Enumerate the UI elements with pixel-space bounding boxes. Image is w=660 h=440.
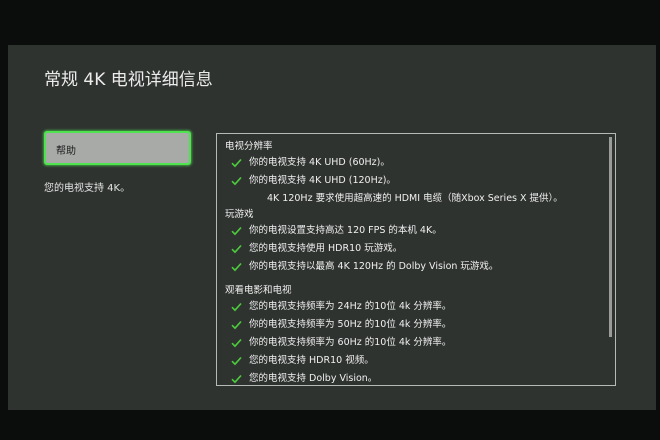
item-text: 你的电视设置支持高达 120 FPS 的本机 4K。 <box>249 225 442 236</box>
item-text: 您的电视支持 HDR10 视频。 <box>249 355 374 366</box>
scrollbar[interactable] <box>609 137 612 337</box>
checkmark-icon <box>231 374 242 384</box>
item-text: 您的电视支持频率为 24Hz 的10位 4k 分辨率。 <box>249 301 452 312</box>
list-item: 你的电视支持 4K UHD (120Hz)。 <box>225 172 603 190</box>
checkmark-icon <box>231 338 242 348</box>
list-item: 您的电视支持使用 HDR10 玩游戏。 <box>225 240 603 258</box>
list-item: 你的电视支持频率为 60Hz 的10位 4k 分辨率。 <box>225 334 603 352</box>
item-text: 你的电视支持频率为 50Hz 的10位 4k 分辨率。 <box>249 319 452 330</box>
list-item: 你的电视支持以最高 4K 120Hz 的 Dolby Vision 玩游戏。 <box>225 258 603 276</box>
hdmi-cable-note: 4K 120Hz 要求使用超高速的 HDMI 电缆（随Xbox Series X… <box>267 193 563 204</box>
tv-4k-support-note: 您的电视支持 4K。 <box>44 183 131 194</box>
list-item: 您的电视支持 HDR10 视频。 <box>225 352 603 370</box>
checkmark-icon <box>231 244 242 254</box>
list-item: 您的电视支持 Dolby Vision。 <box>225 370 603 385</box>
item-text: 你的电视支持频率为 60Hz 的10位 4k 分辨率。 <box>249 337 452 348</box>
page-title: 常规 4K 电视详细信息 <box>44 70 213 90</box>
list-item: 你的电视支持频率为 50Hz 的10位 4k 分辨率。 <box>225 316 603 334</box>
checkmark-icon <box>231 158 242 168</box>
list-item: 您的电视支持频率为 24Hz 的10位 4k 分辨率。 <box>225 298 603 316</box>
item-text: 您的电视支持使用 HDR10 玩游戏。 <box>249 243 403 254</box>
item-text: 您的电视支持 Dolby Vision。 <box>249 373 378 384</box>
checkmark-icon <box>231 356 242 366</box>
checkmark-icon <box>231 226 242 236</box>
section-title-gaming: 玩游戏 <box>225 209 254 220</box>
details-content: 电视分辨率 你的电视支持 4K UHD (60Hz)。 你的电视支持 4K UH… <box>225 140 603 385</box>
list-item: 你的电视设置支持高达 120 FPS 的本机 4K。 <box>225 222 603 240</box>
help-button-label: 帮助 <box>56 146 76 157</box>
checkmark-icon <box>231 302 242 312</box>
help-button[interactable]: 帮助 <box>44 131 191 165</box>
checkmark-icon <box>231 320 242 330</box>
item-text: 你的电视支持以最高 4K 120Hz 的 Dolby Vision 玩游戏。 <box>249 261 499 272</box>
checkmark-icon <box>231 176 242 186</box>
item-text: 你的电视支持 4K UHD (60Hz)。 <box>249 157 390 168</box>
tv-screen: 常规 4K 电视详细信息 帮助 您的电视支持 4K。 电视分辨率 你的电视支持 … <box>8 45 656 410</box>
details-panel[interactable]: 电视分辨率 你的电视支持 4K UHD (60Hz)。 你的电视支持 4K UH… <box>216 133 616 386</box>
list-item: 你的电视支持 4K UHD (60Hz)。 <box>225 154 603 172</box>
checkmark-icon <box>231 262 242 272</box>
item-text: 你的电视支持 4K UHD (120Hz)。 <box>249 175 396 186</box>
section-title-resolution: 电视分辨率 <box>225 141 273 152</box>
section-title-movies-tv: 观看电影和电视 <box>225 285 292 296</box>
